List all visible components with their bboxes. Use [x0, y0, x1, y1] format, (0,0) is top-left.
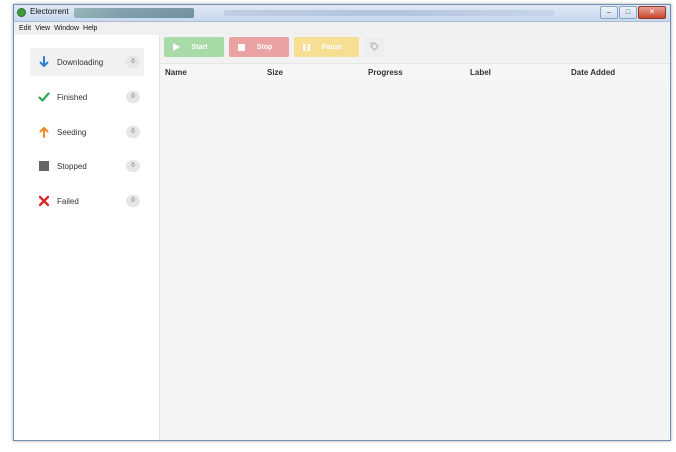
maximize-button[interactable]: □ — [619, 6, 637, 19]
pause-icon — [303, 43, 313, 51]
close-button[interactable]: ✕ — [638, 6, 666, 19]
menu-bar: Edit View Window Help — [14, 22, 670, 34]
sidebar-item-stopped[interactable]: Stopped 0 — [30, 152, 144, 180]
column-header-name[interactable]: Name — [165, 68, 187, 77]
app-window: Electorrent – □ ✕ Edit View Window Help … — [13, 4, 671, 441]
menu-edit[interactable]: Edit — [19, 25, 31, 32]
pause-button-label: Pause — [321, 43, 343, 51]
table-header: Name Size Progress Label Date Added — [160, 63, 670, 83]
label-button[interactable] — [364, 37, 384, 57]
sidebar-item-label: Seeding — [57, 127, 87, 137]
sidebar-item-label: Stopped — [57, 161, 87, 171]
stop-square-icon — [38, 160, 50, 172]
column-header-label[interactable]: Label — [470, 68, 491, 77]
stop-button-label: Stop — [256, 43, 273, 51]
sidebar-item-downloading[interactable]: Downloading 0 — [30, 48, 144, 76]
stop-icon — [238, 43, 248, 51]
count-badge: 0 — [126, 160, 140, 172]
sidebar: Downloading 0 Finished 0 Seeding 0 Stopp… — [14, 35, 160, 440]
blurred-taskbar-area — [74, 8, 194, 18]
toolbar: Start Stop Pause — [164, 37, 384, 57]
x-icon — [38, 195, 50, 207]
arrow-down-icon — [38, 56, 50, 68]
tag-icon — [370, 42, 379, 53]
start-button-label: Start — [191, 43, 208, 51]
column-header-date-added[interactable]: Date Added — [571, 68, 615, 77]
sidebar-item-seeding[interactable]: Seeding 0 — [30, 118, 144, 146]
menu-help[interactable]: Help — [83, 25, 97, 32]
count-badge: 0 — [126, 195, 140, 207]
column-header-progress[interactable]: Progress — [368, 68, 403, 77]
sidebar-item-failed[interactable]: Failed 0 — [30, 187, 144, 215]
minimize-button[interactable]: – — [600, 6, 618, 19]
check-icon — [38, 91, 50, 103]
sidebar-item-finished[interactable]: Finished 0 — [30, 83, 144, 111]
count-badge: 0 — [126, 126, 140, 138]
menu-window[interactable]: Window — [54, 25, 79, 32]
count-badge: 0 — [126, 56, 140, 68]
title-bar: Electorrent – □ ✕ — [14, 5, 670, 22]
stop-button[interactable]: Stop — [229, 37, 289, 57]
pause-button[interactable]: Pause — [294, 37, 359, 57]
column-header-size[interactable]: Size — [267, 68, 283, 77]
sidebar-item-label: Downloading — [57, 57, 104, 67]
start-button[interactable]: Start — [164, 37, 224, 57]
play-icon — [173, 43, 183, 51]
menu-view[interactable]: View — [35, 25, 50, 32]
count-badge: 0 — [126, 91, 140, 103]
app-logo-icon — [17, 8, 26, 17]
sidebar-item-label: Finished — [57, 92, 88, 102]
window-title: Electorrent — [30, 7, 69, 16]
blurred-taskbar-area-2 — [224, 10, 554, 16]
sidebar-item-label: Failed — [57, 196, 79, 206]
arrow-up-icon — [38, 126, 50, 138]
torrent-list — [160, 82, 670, 440]
window-controls: – □ ✕ — [600, 6, 666, 19]
